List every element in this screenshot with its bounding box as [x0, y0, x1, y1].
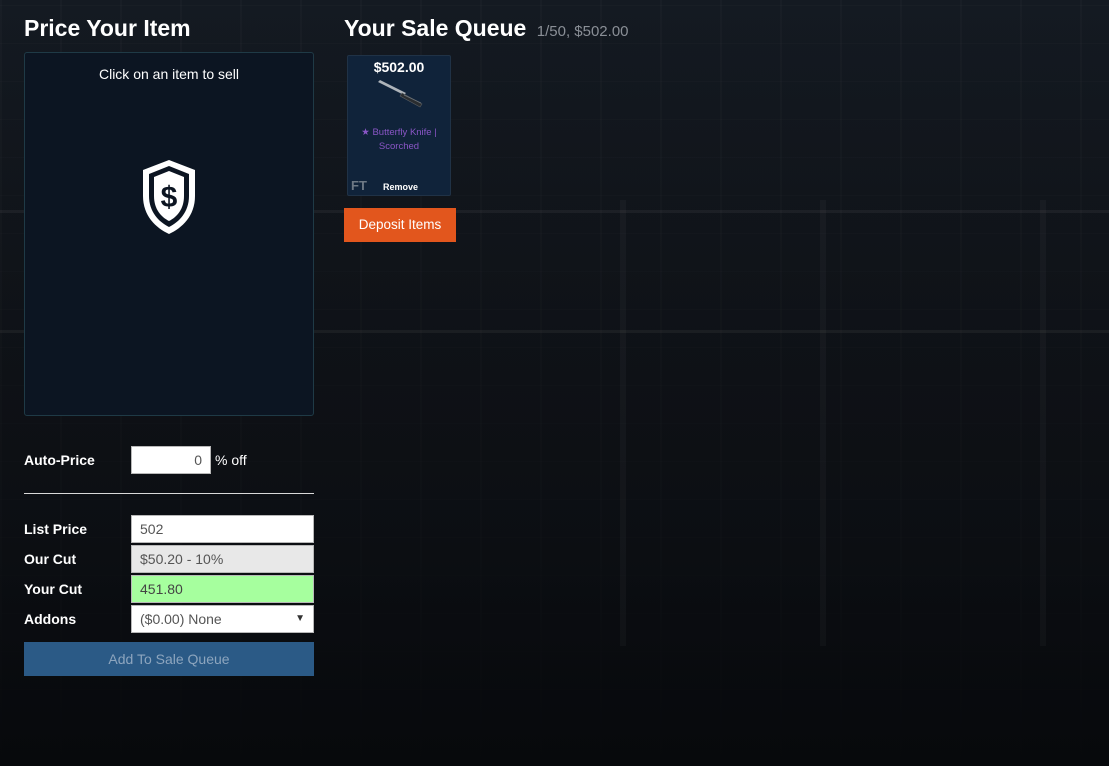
queue-item-card[interactable]: $502.00 ★ Butterfly Knife | Scorched FT … — [347, 55, 451, 196]
our-cut-field: $50.20 - 10% — [131, 545, 314, 573]
item-wear: FT — [351, 178, 367, 193]
your-cut-row: Your Cut 451.80 — [24, 575, 314, 603]
auto-price-suffix: % off — [215, 452, 247, 468]
addons-select[interactable]: ($0.00) None ▼ — [131, 605, 314, 633]
addons-row: Addons ($0.00) None ▼ — [24, 605, 314, 633]
your-cut-input[interactable]: 451.80 — [131, 575, 314, 603]
item-price: $502.00 — [373, 59, 425, 75]
knife-image-icon — [378, 80, 423, 108]
addons-label: Addons — [24, 611, 77, 627]
add-to-sale-queue-button[interactable]: Add To Sale Queue — [24, 642, 314, 676]
background-post — [620, 200, 626, 646]
our-cut-row: Our Cut $50.20 - 10% — [24, 545, 314, 573]
item-name: ★ Butterfly Knife | Scorched — [361, 127, 437, 152]
background-post — [1040, 200, 1046, 646]
sale-queue-title: Your Sale Queue 1/50, $502.00 — [344, 15, 629, 42]
remove-item-button[interactable]: Remove — [383, 182, 418, 192]
price-panel-title: Price Your Item — [24, 15, 191, 41]
addons-selected-value: ($0.00) None — [140, 611, 222, 627]
list-price-label: List Price — [24, 521, 88, 537]
select-hint: Click on an item to sell — [98, 66, 240, 82]
your-cut-label: Your Cut — [24, 581, 83, 597]
list-price-row: List Price 502 — [24, 515, 314, 543]
background-post — [820, 200, 826, 646]
auto-price-row: Auto-Price 0 % off — [24, 446, 314, 474]
sale-queue-meta: 1/50, $502.00 — [536, 23, 629, 40]
divider — [24, 493, 314, 494]
dollar-shield-icon: $ — [143, 160, 195, 234]
sale-queue-title-text: Your Sale Queue — [344, 15, 527, 41]
auto-price-input[interactable]: 0 — [131, 446, 211, 474]
item-select-area[interactable]: Click on an item to sell $ — [24, 52, 314, 416]
auto-price-label: Auto-Price — [24, 452, 95, 468]
dropdown-caret-icon: ▼ — [295, 613, 305, 624]
svg-text:$: $ — [161, 181, 178, 214]
deposit-items-button[interactable]: Deposit Items — [344, 208, 456, 242]
list-price-input[interactable]: 502 — [131, 515, 314, 543]
our-cut-label: Our Cut — [24, 551, 77, 567]
